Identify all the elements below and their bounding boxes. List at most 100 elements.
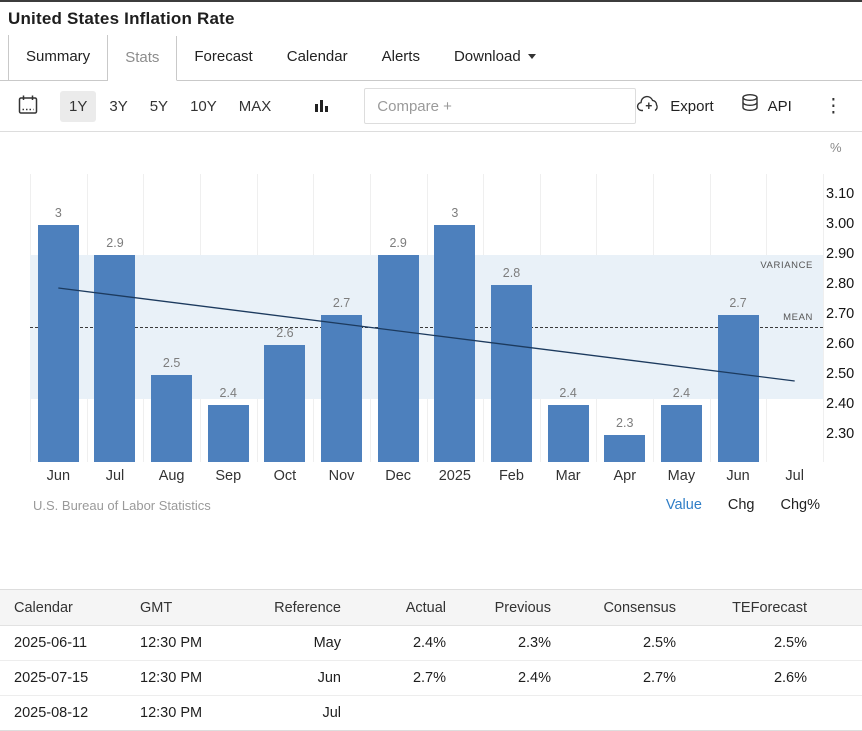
range-selector: 1Y 3Y 5Y 10Y MAX [60, 91, 280, 122]
gridline [823, 174, 824, 462]
database-icon [740, 93, 760, 119]
api-button[interactable]: API [740, 93, 792, 119]
x-axis: JunJulAugSepOctNovDec2025FebMarAprMayJun… [30, 468, 823, 486]
tab-bar: Summary Stats Forecast Calendar Alerts D… [0, 35, 862, 81]
inflation-chart: % 32.92.52.42.62.72.932.82.42.32.42.7VAR… [0, 132, 862, 487]
x-axis-label: Nov [313, 468, 370, 484]
chg-link[interactable]: Chg [728, 497, 755, 513]
mean-label: MEAN [783, 312, 813, 323]
variance-label: VARIANCE [760, 260, 813, 271]
table-cell: May [258, 626, 343, 661]
plot-area: 32.92.52.42.62.72.932.82.42.32.42.7VARIA… [30, 174, 823, 462]
table-cell: Jul [258, 696, 343, 731]
table-row[interactable]: 2025-08-1212:30 PMJul [0, 696, 862, 731]
col-calendar: Calendar [0, 590, 138, 626]
page-header: United States Inflation Rate [0, 2, 862, 35]
chart-type-button[interactable] [308, 92, 334, 121]
range-1y-button[interactable]: 1Y [60, 91, 96, 122]
x-axis-label: Jul [766, 468, 823, 484]
compare-input[interactable] [364, 88, 636, 124]
series-mode-links: Value Chg Chg% [666, 497, 820, 513]
tab-summary[interactable]: Summary [8, 35, 108, 80]
table-cell: 2025-08-12 [0, 696, 138, 731]
calendar-table: Calendar GMT Reference Actual Previous C… [0, 589, 862, 731]
table-cell: 12:30 PM [138, 626, 258, 661]
table-cell: 2.3% [448, 626, 553, 661]
table-cell: 2.4% [343, 626, 448, 661]
range-3y-button[interactable]: 3Y [100, 91, 136, 122]
y-axis-tick: 2.80 [826, 276, 854, 292]
chart-toolbar: 1Y 3Y 5Y 10Y MAX Export [0, 81, 862, 132]
col-previous: Previous [448, 590, 553, 626]
api-label: API [768, 98, 792, 115]
range-5y-button[interactable]: 5Y [141, 91, 177, 122]
range-max-button[interactable]: MAX [230, 91, 281, 122]
tab-download[interactable]: Download [437, 35, 553, 80]
export-label: Export [670, 98, 713, 115]
col-consensus: Consensus [553, 590, 678, 626]
kebab-menu-icon[interactable]: ⋮ [818, 95, 849, 118]
table-cell: 2.4% [448, 661, 553, 696]
table-cell: 12:30 PM [138, 696, 258, 731]
tab-stats[interactable]: Stats [108, 36, 177, 81]
export-button[interactable]: Export [636, 94, 713, 118]
table-cell: 2.5% [678, 626, 862, 661]
table-cell: 2.6% [678, 661, 862, 696]
bar-chart-icon [312, 96, 330, 117]
page-title: United States Inflation Rate [8, 9, 852, 29]
compare-wrap [364, 88, 636, 124]
value-link[interactable]: Value [666, 497, 702, 513]
source-attribution: U.S. Bureau of Labor Statistics [33, 498, 211, 513]
x-axis-label: Feb [483, 468, 540, 484]
trend-line [30, 174, 823, 462]
x-axis-label: 2025 [427, 468, 484, 484]
table-cell [448, 696, 553, 731]
x-axis-label: Aug [143, 468, 200, 484]
col-gmt: GMT [138, 590, 258, 626]
table-row[interactable]: 2025-07-1512:30 PMJun2.7%2.4%2.7%2.6% [0, 661, 862, 696]
y-axis-tick: 2.70 [826, 306, 854, 322]
y-axis-tick: 2.60 [826, 336, 854, 352]
table-cell: Jun [258, 661, 343, 696]
y-axis-tick: 2.40 [826, 396, 854, 412]
col-teforecast: TEForecast [678, 590, 862, 626]
table-cell: 2025-07-15 [0, 661, 138, 696]
x-axis-label: Sep [200, 468, 257, 484]
y-axis-tick: 2.90 [826, 246, 854, 262]
tab-calendar[interactable]: Calendar [270, 35, 365, 80]
tab-alerts[interactable]: Alerts [365, 35, 437, 80]
x-axis-label: Oct [257, 468, 314, 484]
tab-download-label: Download [454, 48, 521, 65]
date-range-picker-button[interactable] [12, 89, 44, 124]
y-axis-tick: 3.10 [826, 186, 854, 202]
x-axis-label: May [653, 468, 710, 484]
table-header-row: Calendar GMT Reference Actual Previous C… [0, 590, 862, 626]
chg-pct-link[interactable]: Chg% [781, 497, 821, 513]
y-axis: 2.30 2.40 2.50 2.60 2.70 2.80 2.90 3.00 3.10 [826, 132, 862, 487]
table-cell: 2.5% [553, 626, 678, 661]
calendar-icon [16, 93, 40, 120]
table-cell: 2.7% [553, 661, 678, 696]
col-actual: Actual [343, 590, 448, 626]
table-cell: 2.7% [343, 661, 448, 696]
x-axis-label: Jun [710, 468, 767, 484]
table-cell [553, 696, 678, 731]
col-reference: Reference [258, 590, 343, 626]
table-row[interactable]: 2025-06-1112:30 PMMay2.4%2.3%2.5%2.5% [0, 626, 862, 661]
cloud-upload-icon [636, 94, 662, 118]
x-axis-label: Jun [30, 468, 87, 484]
tab-forecast[interactable]: Forecast [177, 35, 269, 80]
x-axis-label: Jul [87, 468, 144, 484]
table-cell: 2025-06-11 [0, 626, 138, 661]
y-axis-tick: 2.50 [826, 366, 854, 382]
table-cell: 12:30 PM [138, 661, 258, 696]
table-cell [678, 696, 862, 731]
y-axis-tick: 3.00 [826, 216, 854, 232]
table-body: 2025-06-1112:30 PMMay2.4%2.3%2.5%2.5%202… [0, 626, 862, 731]
chevron-down-icon [528, 54, 536, 59]
x-axis-label: Mar [540, 468, 597, 484]
range-10y-button[interactable]: 10Y [181, 91, 226, 122]
chart-footer: U.S. Bureau of Labor Statistics Value Ch… [0, 487, 862, 523]
y-axis-tick: 2.30 [826, 426, 854, 442]
toolbar-right: Export API ⋮ [636, 93, 849, 119]
